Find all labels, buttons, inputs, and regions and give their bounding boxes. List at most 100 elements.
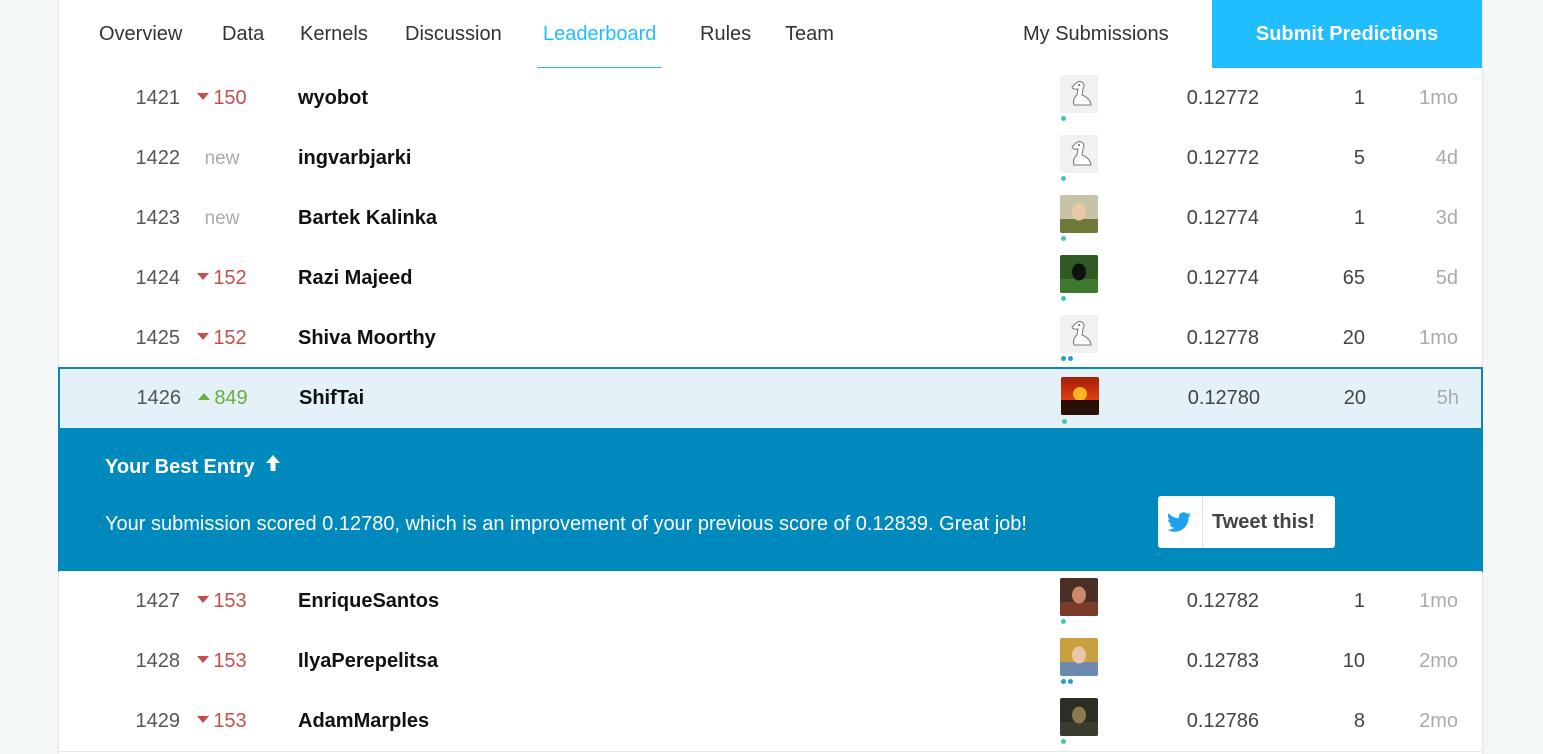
arrow-up-icon	[264, 453, 282, 479]
photo-avatar[interactable]	[1060, 698, 1098, 736]
rank-change: 849	[198, 387, 248, 409]
score-cell: 0.12783	[1186, 650, 1259, 672]
goose-avatar[interactable]	[1060, 315, 1098, 353]
team-members-cell	[1060, 571, 1100, 631]
tab-kernels[interactable]: Kernels	[300, 0, 368, 69]
tier-dot	[1061, 679, 1066, 684]
goose-avatar[interactable]	[1060, 135, 1098, 173]
rank-change-value: 152	[213, 267, 247, 289]
tab-overview[interactable]: Overview	[99, 0, 182, 69]
team-members-cell	[1060, 631, 1100, 691]
rank-cell: 1424	[135, 267, 181, 289]
my-submissions-link[interactable]: My Submissions	[1023, 0, 1169, 69]
team-name-link[interactable]: AdamMarples	[298, 691, 429, 751]
leaderboard-row[interactable]: 1428 153 IlyaPerepelitsa 0.12783 10 2mo	[59, 631, 1482, 692]
team-members-cell	[1060, 128, 1100, 188]
rank-change-value: 152	[213, 327, 247, 349]
tab-rules[interactable]: Rules	[700, 0, 751, 69]
rank-change-cell: new	[187, 128, 257, 188]
score-cell: 0.12778	[1186, 327, 1259, 349]
tier-dot	[1068, 679, 1073, 684]
tab-discussion[interactable]: Discussion	[405, 0, 502, 69]
leaderboard-row[interactable]: 1421 150 wyobot 0.12772 1 1mo	[59, 68, 1482, 129]
team-members-cell	[1060, 188, 1100, 248]
team-name-link[interactable]: IlyaPerepelitsa	[298, 631, 438, 691]
entries-cell: 1	[1353, 207, 1365, 229]
score-cell: 0.12774	[1186, 267, 1259, 289]
tweet-this-label: Tweet this!	[1212, 511, 1315, 533]
team-name-link[interactable]: Bartek Kalinka	[298, 188, 437, 248]
leaderboard-row[interactable]: 1427 153 EnriqueSantos 0.12782 1 1mo	[59, 571, 1482, 632]
my-leaderboard-row[interactable]: 1426 849 ShifTai 0.12780 20 5h	[58, 367, 1483, 431]
best-entry-message: Your submission scored 0.12780, which is…	[105, 513, 1027, 535]
photo-avatar[interactable]	[1060, 255, 1098, 293]
rank-change: 153	[197, 590, 247, 612]
tab-leaderboard[interactable]: Leaderboard	[536, 0, 663, 70]
tier-dot	[1062, 419, 1067, 424]
photo-avatar[interactable]	[1060, 195, 1098, 233]
tweet-this-button[interactable]: Tweet this!	[1158, 496, 1335, 548]
rank-cell: 1429	[135, 710, 181, 732]
rank-change: 153	[197, 710, 247, 732]
sunset-avatar[interactable]	[1061, 377, 1099, 415]
rank-change: 152	[197, 327, 247, 349]
tier-dot	[1061, 176, 1066, 181]
team-name-link[interactable]: Razi Majeed	[298, 248, 412, 308]
last-submission-cell: 5h	[1436, 387, 1459, 409]
tier-dot	[1061, 739, 1066, 744]
last-submission-cell: 1mo	[1419, 327, 1458, 349]
rank-change-value: 153	[213, 590, 247, 612]
tier-indicator	[1061, 356, 1075, 361]
team-members-cell	[1060, 308, 1100, 368]
leaderboard-row[interactable]: 1424 152 Razi Majeed 0.12774 65 5d	[59, 248, 1482, 309]
team-name-link[interactable]: wyobot	[298, 68, 368, 128]
leaderboard-row[interactable]: 1422 new ingvarbjarki 0.12772 5 4d	[59, 128, 1482, 189]
team-members-cell	[1060, 68, 1100, 128]
team-name-link[interactable]: EnriqueSantos	[298, 571, 439, 631]
score-cell: 0.12786	[1186, 710, 1259, 732]
tab-data[interactable]: Data	[222, 0, 264, 69]
rank-cell: 1428	[135, 650, 181, 672]
team-name-link[interactable]: Shiva Moorthy	[298, 308, 436, 368]
rank-change-cell: 153	[187, 571, 257, 631]
rank-change-new: new	[204, 148, 240, 169]
tier-indicator	[1062, 419, 1069, 424]
rank-cell: 1423	[135, 207, 181, 229]
rank-change-cell: 150	[187, 68, 257, 128]
tab-team[interactable]: Team	[785, 0, 834, 69]
rank-change-new: new	[204, 208, 240, 229]
score-cell: 0.12772	[1186, 87, 1259, 109]
submit-predictions-button[interactable]: Submit Predictions	[1212, 0, 1482, 69]
rank-change-cell: 849	[188, 369, 258, 427]
team-members-cell	[1061, 369, 1101, 427]
tier-indicator	[1061, 236, 1068, 241]
last-submission-cell: 1mo	[1419, 590, 1458, 612]
rank-change-value: 150	[213, 87, 247, 109]
team-name-link[interactable]: ShifTai	[299, 369, 364, 427]
score-cell: 0.12780	[1187, 387, 1260, 409]
leaderboard-row[interactable]: 1425 152 Shiva Moorthy 0.12778 20 1mo	[59, 308, 1482, 369]
rank-change-value: 153	[213, 650, 247, 672]
tier-dot	[1061, 619, 1066, 624]
entries-cell: 8	[1353, 710, 1365, 732]
rank-cell: 1422	[135, 147, 181, 169]
leaderboard-row[interactable]: 1423 new Bartek Kalinka 0.12774 1 3d	[59, 188, 1482, 249]
rank-change-cell: 153	[187, 691, 257, 751]
tier-indicator	[1061, 116, 1068, 121]
triangle-down-icon	[197, 596, 210, 604]
last-submission-cell: 3d	[1435, 207, 1458, 229]
goose-avatar[interactable]	[1060, 75, 1098, 113]
tier-dot	[1068, 356, 1073, 361]
photo-avatar[interactable]	[1060, 638, 1098, 676]
last-submission-cell: 2mo	[1419, 710, 1458, 732]
leaderboard-row[interactable]: 1429 153 AdamMarples 0.12786 8 2mo	[59, 691, 1482, 752]
team-name-link[interactable]: ingvarbjarki	[298, 128, 411, 188]
photo-avatar[interactable]	[1060, 578, 1098, 616]
best-entry-title-text: Your Best Entry	[105, 456, 255, 478]
team-members-cell	[1060, 691, 1100, 751]
tier-indicator	[1061, 619, 1068, 624]
leaderboard-panel: Overview Data Kernels Discussion Leaderb…	[58, 0, 1483, 754]
score-cell: 0.12772	[1186, 147, 1259, 169]
entries-cell: 1	[1353, 590, 1365, 612]
entries-cell: 65	[1342, 267, 1365, 289]
